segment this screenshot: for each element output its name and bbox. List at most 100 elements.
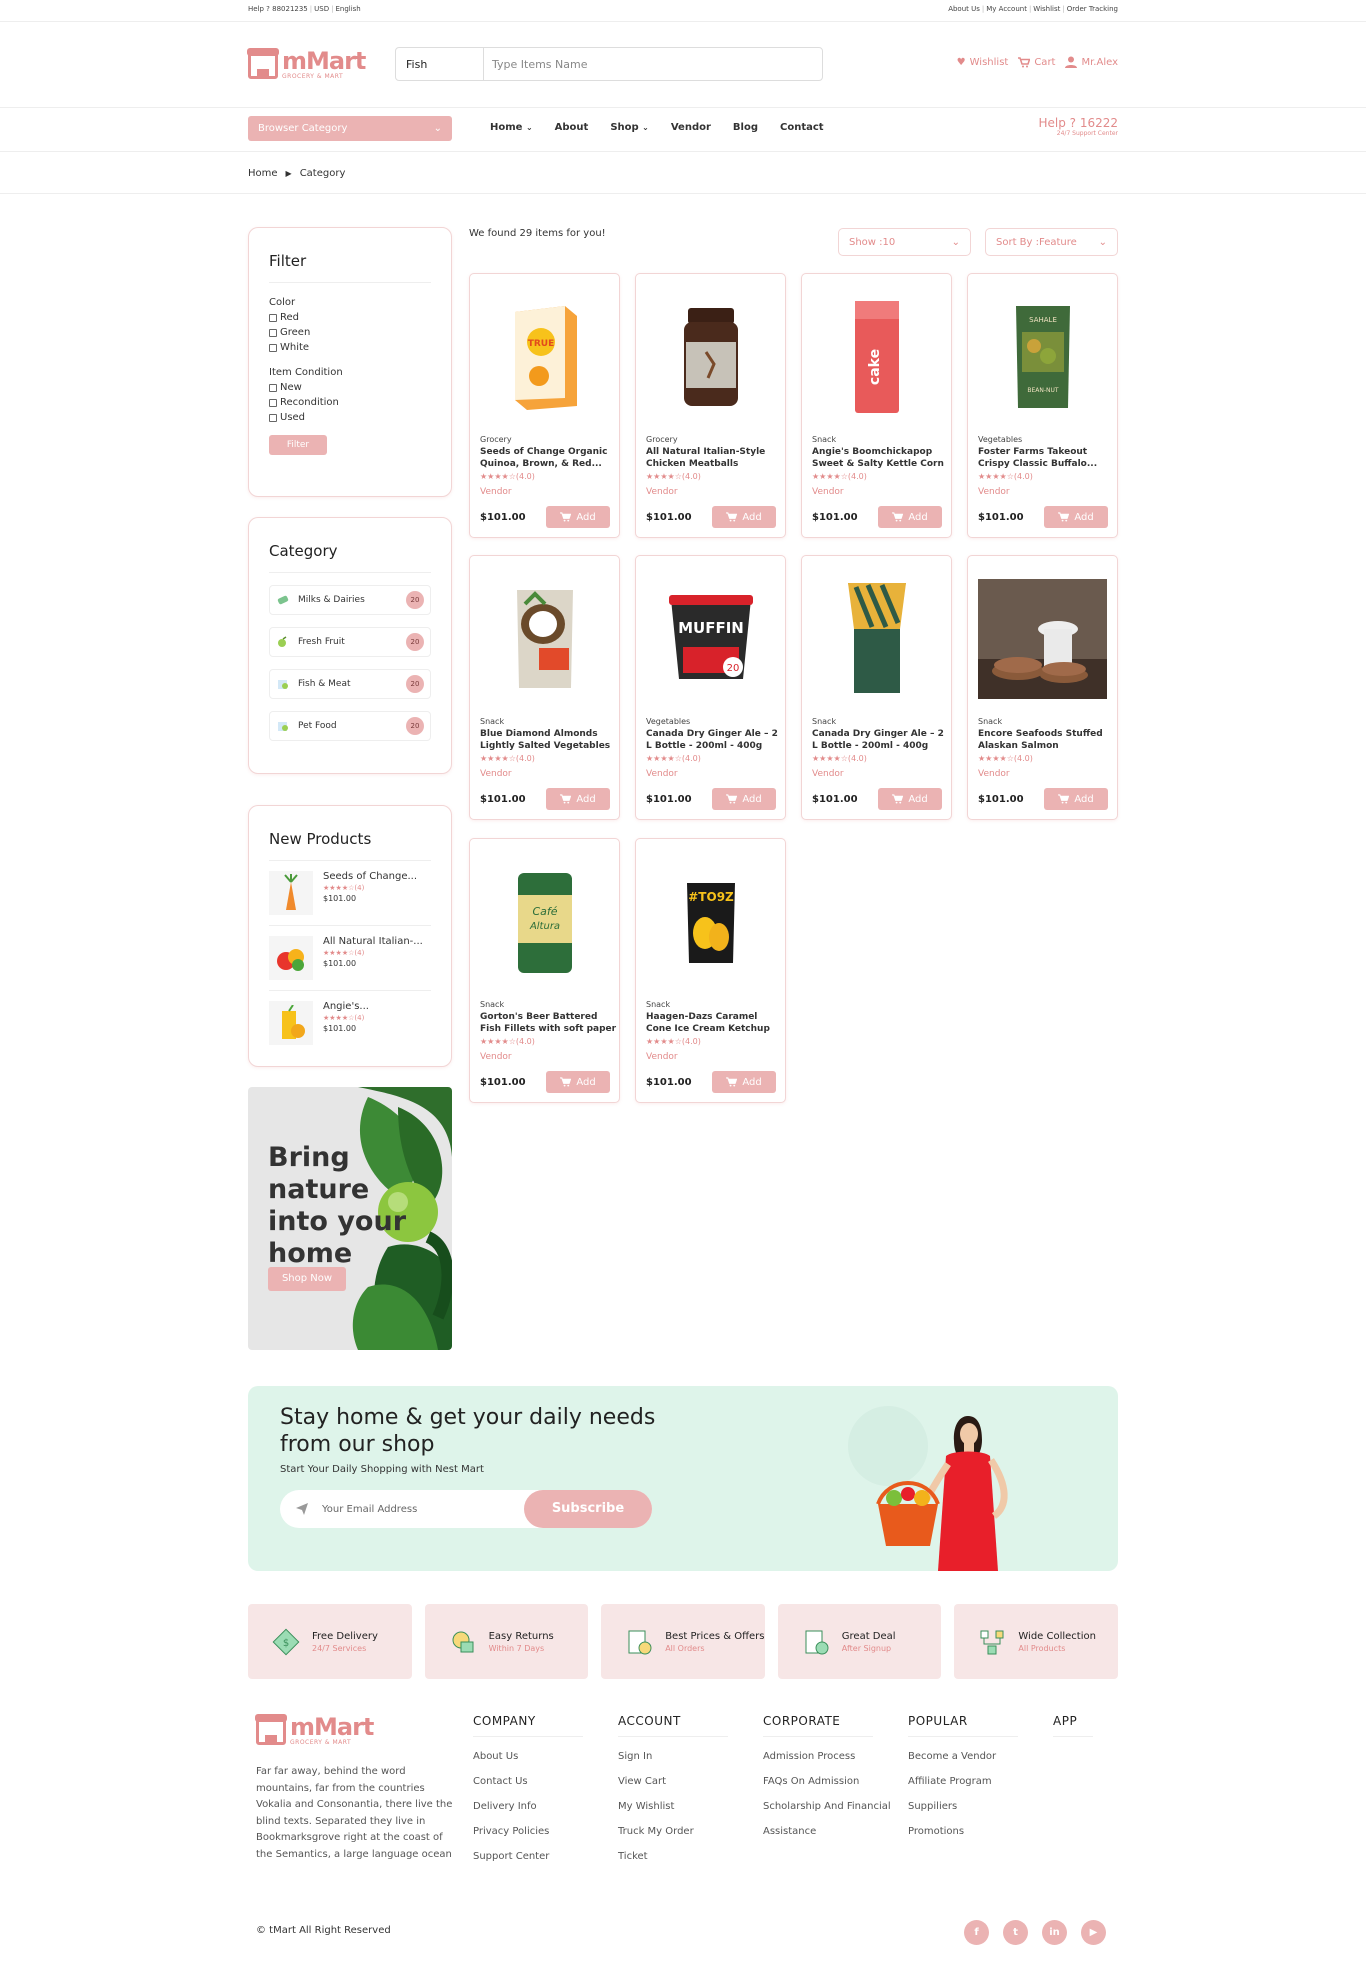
language-select[interactable]: English: [335, 5, 360, 13]
checkbox[interactable]: [269, 328, 277, 337]
product-vendor[interactable]: Vendor: [812, 487, 844, 497]
product-card[interactable]: Snack Blue Diamond Almonds Lightly Salted…: [469, 555, 620, 820]
product-vendor[interactable]: Vendor: [480, 1052, 512, 1062]
footer-link[interactable]: Truck My Order: [618, 1826, 728, 1837]
product-image[interactable]: #TO9Z: [646, 847, 775, 997]
add-to-cart-button[interactable]: Add: [546, 788, 610, 810]
color-option-white[interactable]: White: [269, 342, 431, 353]
linkedin-icon[interactable]: in: [1042, 1920, 1067, 1945]
footer-link[interactable]: Promotions: [908, 1826, 1018, 1837]
product-title[interactable]: Canada Dry Ginger Ale – 2 L Bottle - 200…: [646, 728, 784, 752]
user-account-link[interactable]: Mr.Alex: [1065, 56, 1118, 68]
product-image[interactable]: cake: [812, 282, 941, 432]
color-option-red[interactable]: Red: [269, 312, 431, 323]
product-card[interactable]: cake Snack Angie's Boomchickapop Sweet & S…: [801, 273, 952, 538]
add-to-cart-button[interactable]: Add: [878, 506, 942, 528]
footer-link[interactable]: Become a Vendor: [908, 1751, 1018, 1762]
color-option-green[interactable]: Green: [269, 327, 431, 338]
footer-link[interactable]: My Wishlist: [618, 1801, 728, 1812]
product-card[interactable]: Grocery All Natural Italian-Style Chicken…: [635, 273, 786, 538]
shop-now-button[interactable]: Shop Now: [268, 1267, 346, 1291]
footer-link[interactable]: Assistance: [763, 1826, 891, 1837]
search-input[interactable]: Type Items Name: [484, 58, 587, 71]
footer-link[interactable]: Privacy Policies: [473, 1826, 583, 1837]
checkbox[interactable]: [269, 398, 277, 407]
footer-link[interactable]: Admission Process: [763, 1751, 891, 1762]
product-title[interactable]: Gorton's Beer Battered Fish Fillets with…: [480, 1011, 618, 1035]
category-item-fruit[interactable]: Fresh Fruit 20: [269, 627, 431, 657]
product-vendor[interactable]: Vendor: [978, 487, 1010, 497]
product-title[interactable]: Encore Seafoods Stuffed Alaskan Salmon: [978, 728, 1116, 752]
new-product-item[interactable]: Angie's... ★★★★☆(4) $101.00: [269, 991, 431, 1055]
add-to-cart-button[interactable]: Add: [878, 788, 942, 810]
product-vendor[interactable]: Vendor: [646, 1052, 678, 1062]
footer-link[interactable]: Ticket: [618, 1851, 728, 1862]
product-title[interactable]: Haagen-Dazs Caramel Cone Ice Cream Ketch…: [646, 1011, 784, 1035]
top-link-wishlist[interactable]: Wishlist: [1033, 5, 1060, 13]
logo[interactable]: mMart GROCERY & MART: [247, 48, 366, 80]
search-category-select[interactable]: Fish: [396, 48, 484, 80]
top-link-order-tracking[interactable]: Order Tracking: [1067, 5, 1118, 13]
condition-option-used[interactable]: Used: [269, 412, 431, 423]
footer-link[interactable]: About Us: [473, 1751, 583, 1762]
facebook-icon[interactable]: f: [964, 1920, 989, 1945]
footer-link[interactable]: Sign In: [618, 1751, 728, 1762]
add-to-cart-button[interactable]: Add: [1044, 506, 1108, 528]
product-image[interactable]: [480, 564, 609, 714]
product-title[interactable]: Canada Dry Ginger Ale – 2 L Bottle - 200…: [812, 728, 950, 752]
new-product-item[interactable]: Seeds of Change... ★★★★☆(4) $101.00: [269, 861, 431, 926]
checkbox[interactable]: [269, 413, 277, 422]
add-to-cart-button[interactable]: Add: [1044, 788, 1108, 810]
product-image[interactable]: [646, 282, 775, 432]
cart-link[interactable]: Cart: [1018, 57, 1055, 68]
product-image[interactable]: TRUE: [480, 282, 609, 432]
add-to-cart-button[interactable]: Add: [712, 1071, 776, 1093]
condition-option-new[interactable]: New: [269, 382, 431, 393]
category-item-fish-meat[interactable]: Fish & Meat 20: [269, 669, 431, 699]
breadcrumb-home[interactable]: Home: [248, 168, 278, 179]
footer-link[interactable]: Contact Us: [473, 1776, 583, 1787]
footer-link[interactable]: Scholarship And Financial: [763, 1801, 891, 1812]
product-title[interactable]: Seeds of Change Organic Quinoa, Brown, &…: [480, 446, 618, 470]
add-to-cart-button[interactable]: Add: [546, 506, 610, 528]
product-image[interactable]: MUFFIN 20: [646, 564, 775, 714]
product-image[interactable]: SAHALE BEAN-NUT: [978, 282, 1107, 432]
currency-select[interactable]: USD: [314, 5, 329, 13]
browse-category-button[interactable]: Browser Category ⌄: [248, 116, 452, 141]
filter-button[interactable]: Filter: [269, 435, 327, 455]
checkbox[interactable]: [269, 343, 277, 352]
footer-logo[interactable]: mMart GROCERY & MART: [255, 1714, 374, 1746]
checkbox[interactable]: [269, 313, 277, 322]
product-card[interactable]: Snack Encore Seafoods Stuffed Alaskan Sal…: [967, 555, 1118, 820]
product-image[interactable]: Café Altura: [480, 847, 609, 997]
product-vendor[interactable]: Vendor: [646, 487, 678, 497]
add-to-cart-button[interactable]: Add: [546, 1071, 610, 1093]
product-card[interactable]: Café Altura Snack Gorton's Beer Battered Fi…: [469, 838, 620, 1103]
checkbox[interactable]: [269, 383, 277, 392]
product-vendor[interactable]: Vendor: [480, 769, 512, 779]
nav-vendor[interactable]: Vendor: [671, 122, 711, 133]
product-vendor[interactable]: Vendor: [812, 769, 844, 779]
new-product-item[interactable]: All Natural Italian-... ★★★★☆(4) $101.00: [269, 926, 431, 991]
twitter-icon[interactable]: t: [1003, 1920, 1028, 1945]
category-item-milks[interactable]: Milks & Dairies 20: [269, 585, 431, 615]
product-title[interactable]: Angie's Boomchickapop Sweet & Salty Kett…: [812, 446, 950, 470]
wishlist-link[interactable]: ♥ Wishlist: [957, 57, 1009, 68]
category-item-pet-food[interactable]: Pet Food 20: [269, 711, 431, 741]
product-card[interactable]: MUFFIN 20 Vegetables Canada Dry Ginger Ale …: [635, 555, 786, 820]
nav-shop[interactable]: Shop ⌄: [610, 122, 649, 133]
subscribe-button[interactable]: Subscribe: [524, 1490, 652, 1528]
footer-link[interactable]: FAQs On Admission: [763, 1776, 891, 1787]
product-title[interactable]: Foster Farms Takeout Crispy Classic Buff…: [978, 446, 1116, 470]
product-vendor[interactable]: Vendor: [480, 487, 512, 497]
nav-blog[interactable]: Blog: [733, 122, 758, 133]
product-vendor[interactable]: Vendor: [646, 769, 678, 779]
condition-option-recondition[interactable]: Recondition: [269, 397, 431, 408]
product-vendor[interactable]: Vendor: [978, 769, 1010, 779]
product-title[interactable]: All Natural Italian-Style Chicken Meatba…: [646, 446, 784, 470]
top-link-account[interactable]: My Account: [986, 5, 1027, 13]
footer-link[interactable]: Delivery Info: [473, 1801, 583, 1812]
top-link-about[interactable]: About Us: [948, 5, 980, 13]
product-card[interactable]: SAHALE BEAN-NUT Vegetables Foster Farms Tak…: [967, 273, 1118, 538]
product-card[interactable]: TRUE Grocery Seeds of Change Organic Quino…: [469, 273, 620, 538]
